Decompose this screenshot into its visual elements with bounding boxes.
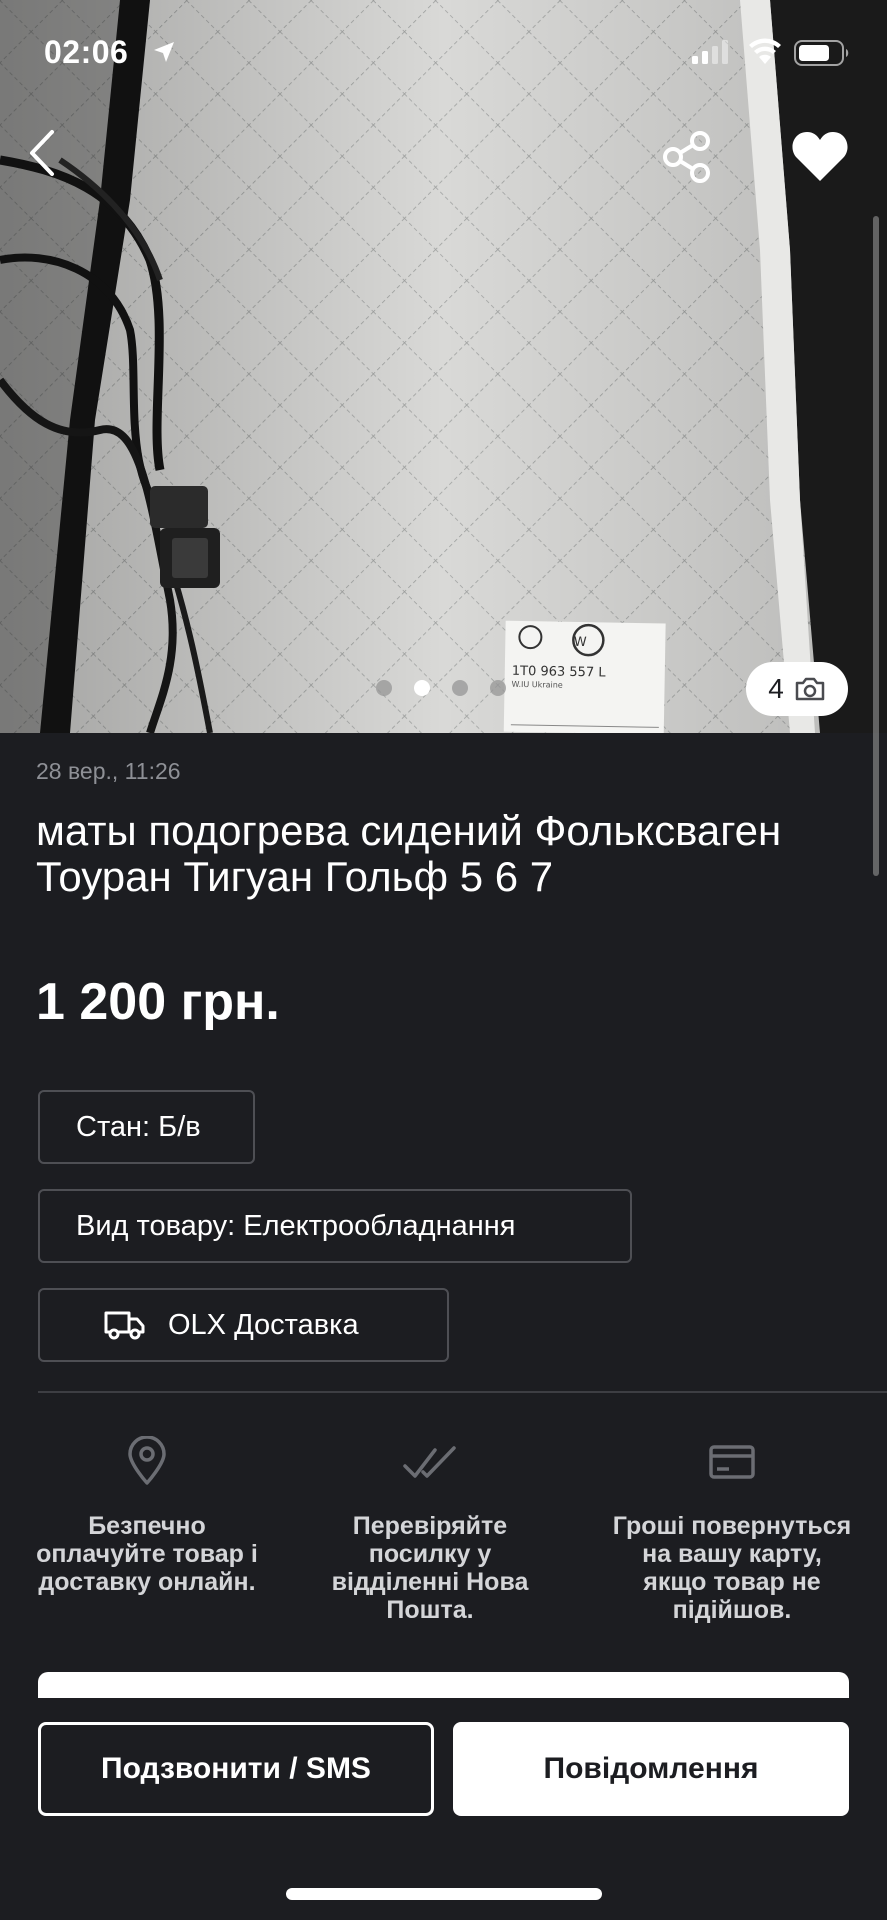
status-bar: 02:06 xyxy=(0,0,887,100)
home-indicator[interactable] xyxy=(286,1888,602,1900)
pager-dot[interactable] xyxy=(490,680,506,696)
share-icon[interactable] xyxy=(660,130,714,184)
location-arrow-icon xyxy=(154,42,174,62)
wifi-icon xyxy=(749,38,781,64)
tag-type-label: Вид товару: Електрообладнання xyxy=(76,1209,516,1242)
tag-condition: Стан: Б/в xyxy=(38,1090,255,1164)
feature-text: Безпечно оплачуйте товар і доставку онла… xyxy=(36,1512,258,1596)
call-sms-button[interactable]: Подзвонити / SMS xyxy=(38,1722,434,1816)
status-time: 02:06 xyxy=(44,34,129,70)
pager-dot[interactable] xyxy=(452,680,468,696)
svg-text:1T0 963 557 L: 1T0 963 557 L xyxy=(512,664,607,681)
photo-pager xyxy=(376,680,506,696)
pager-dot[interactable] xyxy=(376,680,392,696)
heating-mat-photo: W 1T0 963 557 L W.IU Ukraine xyxy=(0,0,887,733)
divider xyxy=(38,1391,887,1393)
delivery-truck-icon xyxy=(104,1311,145,1340)
tag-condition-label: Стан: Б/в xyxy=(76,1110,201,1143)
photo-count: 4 xyxy=(768,673,784,704)
camera-icon xyxy=(795,677,825,701)
pager-dot-active[interactable] xyxy=(414,680,430,696)
message-button[interactable]: Повідомлення xyxy=(453,1722,849,1816)
heart-icon[interactable] xyxy=(790,126,850,186)
scrollbar[interactable] xyxy=(873,216,879,876)
tag-delivery[interactable]: OLX Доставка xyxy=(38,1288,449,1362)
double-check-icon xyxy=(403,1446,456,1478)
battery-icon xyxy=(794,40,849,66)
feature-safe-payment: Безпечно оплачуйте товар і доставку онла… xyxy=(27,1436,267,1596)
feature-text: Гроші повернуться на вашу карту, якщо то… xyxy=(612,1512,852,1624)
svg-text:W: W xyxy=(574,635,587,650)
cellular-signal-icon xyxy=(692,40,728,64)
feature-text: Перевіряйте посилку у відділенні Нова По… xyxy=(331,1512,529,1624)
tag-delivery-label: OLX Доставка xyxy=(168,1308,359,1341)
tag-type: Вид товару: Електрообладнання xyxy=(38,1189,632,1263)
ad-date: 28 вер., 11:26 xyxy=(36,758,181,784)
listing-photo[interactable]: W 1T0 963 557 L W.IU Ukraine 02:06 4 xyxy=(0,0,887,733)
credit-card-icon xyxy=(709,1445,755,1479)
back-button[interactable] xyxy=(22,128,72,178)
feature-money-back: Гроші повернуться на вашу карту, якщо то… xyxy=(612,1436,852,1624)
ad-price: 1 200 грн. xyxy=(36,973,280,1031)
feature-check-parcel: Перевіряйте посилку у відділенні Нова По… xyxy=(310,1436,550,1624)
location-pin-icon xyxy=(128,1436,166,1485)
bottom-action-bar: Подзвонити / SMS Повідомлення xyxy=(0,1698,887,1920)
photo-count-badge[interactable]: 4 xyxy=(746,662,848,716)
ad-title: маты подогрева сидений Фольксваген Тоура… xyxy=(36,807,782,900)
svg-text:W.IU Ukraine: W.IU Ukraine xyxy=(511,680,562,690)
